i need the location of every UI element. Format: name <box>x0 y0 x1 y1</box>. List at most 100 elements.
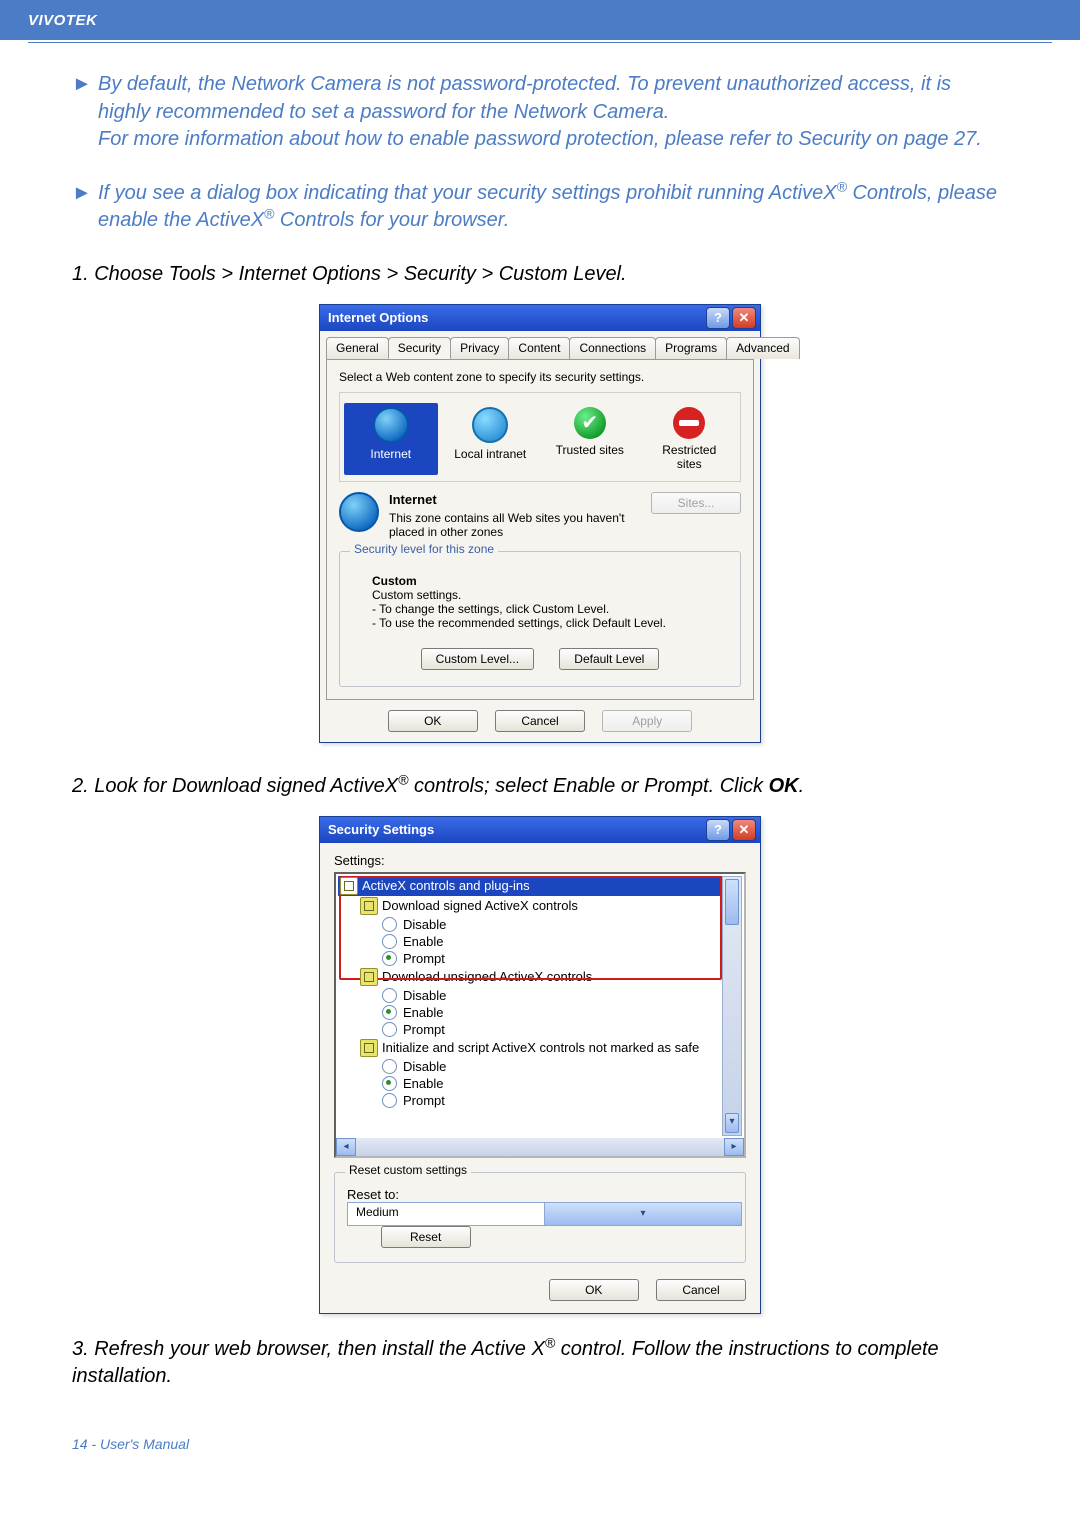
zone-restricted-sites[interactable]: Restrictedsites <box>643 403 737 475</box>
settings-tree: ActiveX controls and plug-ins Download si… <box>338 876 742 1109</box>
radio-icon[interactable] <box>382 1059 397 1074</box>
custom-line2: - To use the recommended settings, click… <box>372 616 666 630</box>
reset-button[interactable]: Reset <box>381 1226 471 1248</box>
io-apply-button[interactable]: Apply <box>602 710 692 732</box>
check-icon <box>574 407 606 439</box>
setting-label: Initialize and script ActiveX controls n… <box>382 1040 699 1055</box>
scroll-left-icon[interactable]: ◂ <box>336 1138 356 1156</box>
tab-general[interactable]: General <box>326 337 389 359</box>
radio-icon[interactable] <box>382 951 397 966</box>
radio-icon[interactable] <box>382 1005 397 1020</box>
setting-label: Enable <box>403 1005 443 1020</box>
security-tab-panel: Select a Web content zone to specify its… <box>326 359 754 700</box>
zone-heading: Internet <box>389 492 641 507</box>
setting-option[interactable]: Enable <box>338 1004 742 1021</box>
note-bullet: ► <box>72 71 98 154</box>
setting-label: Download unsigned ActiveX controls <box>382 969 592 984</box>
radio-icon[interactable] <box>382 934 397 949</box>
setting-label: Disable <box>403 917 446 932</box>
default-level-button[interactable]: Default Level <box>559 648 659 670</box>
setting-group[interactable]: Download signed ActiveX controls <box>338 896 742 916</box>
radio-icon[interactable] <box>382 917 397 932</box>
io-cancel-button[interactable]: Cancel <box>495 710 585 732</box>
tab-privacy[interactable]: Privacy <box>450 337 509 359</box>
custom-level-button[interactable]: Custom Level... <box>421 648 534 670</box>
horizontal-scrollbar[interactable]: ◂ ▸ <box>334 1138 746 1158</box>
setting-label: ActiveX controls and plug-ins <box>362 878 530 893</box>
close-icon[interactable]: ✕ <box>732 819 756 841</box>
reset-level-combo[interactable]: Medium ▾ <box>347 1202 742 1226</box>
scroll-down-icon[interactable]: ▾ <box>725 1113 739 1133</box>
footer-text: 14 - User's Manual <box>72 1436 189 1452</box>
tab-programs[interactable]: Programs <box>655 337 727 359</box>
activex-icon <box>360 968 378 986</box>
note-bullet: ► <box>72 180 98 235</box>
zone-list: Internet Local intranet Trusted sites Restr… <box>339 392 741 482</box>
zone-trusted-sites[interactable]: Trusted sites <box>543 403 637 475</box>
tab-content[interactable]: Content <box>508 337 570 359</box>
step-2: 2. Look for Download signed ActiveX® con… <box>72 773 1008 800</box>
internet-options-titlebar: Internet Options ? ✕ <box>320 305 760 331</box>
setting-option[interactable]: Disable <box>338 916 742 933</box>
io-ok-button[interactable]: OK <box>388 710 478 732</box>
setting-group[interactable]: Initialize and script ActiveX controls n… <box>338 1038 742 1058</box>
ss-cancel-button[interactable]: Cancel <box>656 1279 746 1301</box>
tab-connections[interactable]: Connections <box>569 337 656 359</box>
settings-label: Settings: <box>334 853 746 868</box>
scroll-right-icon[interactable]: ▸ <box>724 1138 744 1156</box>
zone-desc-text: This zone contains all Web sites you hav… <box>389 511 641 539</box>
activex-icon <box>340 877 358 895</box>
setting-option[interactable]: Prompt <box>338 1021 742 1038</box>
brand-label: VIVOTEK <box>28 12 97 29</box>
setting-option[interactable]: Disable <box>338 1058 742 1075</box>
note-text: By default, the Network Camera is not pa… <box>98 71 1008 154</box>
setting-label: Disable <box>403 988 446 1003</box>
setting-group[interactable]: ActiveX controls and plug-ins <box>338 876 742 896</box>
setting-label: Enable <box>403 934 443 949</box>
activex-icon <box>360 1039 378 1057</box>
setting-group[interactable]: Download unsigned ActiveX controls <box>338 967 742 987</box>
setting-option[interactable]: Prompt <box>338 950 742 967</box>
chevron-down-icon[interactable]: ▾ <box>544 1203 741 1225</box>
custom-label: Custom <box>372 574 417 588</box>
radio-icon[interactable] <box>382 1076 397 1091</box>
security-settings-titlebar: Security Settings ? ✕ <box>320 817 760 843</box>
radio-icon[interactable] <box>382 1093 397 1108</box>
stop-icon <box>673 407 705 439</box>
zone-label: Internet <box>346 447 436 461</box>
step-3: 3. Refresh your web browser, then instal… <box>72 1336 1008 1390</box>
setting-option[interactable]: Enable <box>338 933 742 950</box>
internet-options-title: Internet Options <box>328 310 428 325</box>
reset-to-label: Reset to: <box>347 1187 399 1202</box>
tab-security[interactable]: Security <box>388 337 451 359</box>
radio-icon[interactable] <box>382 1022 397 1037</box>
zone-label: Trusted sites <box>545 443 635 457</box>
setting-label: Prompt <box>403 1093 445 1108</box>
custom-sub: Custom settings. <box>372 588 461 602</box>
internet-options-dialog: Internet Options ? ✕ GeneralSecurityPriv… <box>319 304 761 743</box>
vertical-scrollbar[interactable]: ▾ <box>722 876 742 1136</box>
help-icon[interactable]: ? <box>706 307 730 329</box>
reset-level-value: Medium <box>348 1203 544 1225</box>
step-1: 1. Choose Tools > Internet Options > Sec… <box>72 261 1008 288</box>
ss-ok-button[interactable]: OK <box>549 1279 639 1301</box>
note-text: If you see a dialog box indicating that … <box>98 180 1008 235</box>
setting-option[interactable]: Enable <box>338 1075 742 1092</box>
setting-label: Download signed ActiveX controls <box>382 898 578 913</box>
zone-internet[interactable]: Internet <box>344 403 438 475</box>
radio-icon[interactable] <box>382 988 397 1003</box>
tab-advanced[interactable]: Advanced <box>726 337 799 359</box>
setting-option[interactable]: Prompt <box>338 1092 742 1109</box>
scroll-thumb[interactable] <box>725 879 739 925</box>
settings-listbox[interactable]: ▾ ActiveX controls and plug-ins Download … <box>334 872 746 1140</box>
help-icon[interactable]: ? <box>706 819 730 841</box>
security-settings-dialog: Security Settings ? ✕ Settings: ▾ Active… <box>319 816 761 1314</box>
setting-label: Prompt <box>403 951 445 966</box>
notes-list: ►By default, the Network Camera is not p… <box>72 71 1008 235</box>
setting-option[interactable]: Disable <box>338 987 742 1004</box>
zone-description: Internet This zone contains all Web site… <box>339 492 741 539</box>
sites-button[interactable]: Sites... <box>651 492 741 514</box>
zone-local-intranet[interactable]: Local intranet <box>444 403 538 475</box>
internet-options-tabs: GeneralSecurityPrivacyContentConnections… <box>320 331 760 359</box>
close-icon[interactable]: ✕ <box>732 307 756 329</box>
